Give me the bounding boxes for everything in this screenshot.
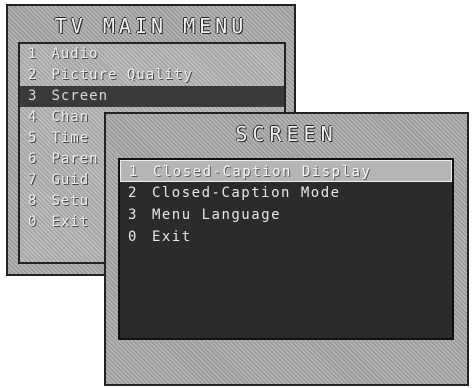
menu-item-number: 5 [28,130,38,146]
menu-item-label: Picture Quality [51,67,193,83]
main-menu-item-screen[interactable]: 3 Screen [20,86,284,107]
menu-item-label: Guid [51,172,90,188]
menu-item-number: 0 [28,214,38,230]
menu-item-number: 2 [28,67,38,83]
screen-menu-item-closed-caption-mode[interactable]: 2 Closed-Caption Mode [120,182,452,204]
menu-item-number: 2 [128,185,138,201]
menu-item-label: Time [51,130,90,146]
main-menu-title: TV MAIN MENU [54,14,248,38]
menu-item-number: 3 [128,207,138,223]
menu-item-label: Screen [51,88,109,104]
screen-menu-title: SCREEN [235,122,338,146]
menu-item-number: 0 [128,229,138,245]
menu-item-label: Exit [51,214,90,230]
menu-item-label: Paren [51,151,99,167]
menu-item-label: Chan [51,109,90,125]
menu-item-label: Audio [51,46,99,62]
menu-item-label: Closed-Caption Display [152,164,372,180]
screen-submenu-panel: SCREEN 1 Closed-Caption Display 2 Closed… [104,112,469,386]
screen-menu-item-closed-caption-display[interactable]: 1 Closed-Caption Display [120,160,452,182]
menu-item-number: 4 [28,109,38,125]
main-menu-item-picture-quality[interactable]: 2 Picture Quality [20,65,284,86]
screen-menu-item-exit[interactable]: 0 Exit [120,226,452,248]
menu-item-number: 1 [28,46,38,62]
main-menu-item-audio[interactable]: 1 Audio [20,44,284,65]
menu-item-number: 6 [28,151,38,167]
screen-menu-list: 1 Closed-Caption Display 2 Closed-Captio… [118,158,454,340]
menu-item-number: 1 [129,164,139,180]
menu-item-number: 8 [28,193,38,209]
menu-item-label: Setu [51,193,90,209]
menu-item-label: Exit [151,229,192,245]
menu-item-label: Menu Language [151,207,282,223]
menu-item-number: 3 [28,88,38,104]
screen-menu-item-menu-language[interactable]: 3 Menu Language [120,204,452,226]
menu-item-number: 7 [28,172,38,188]
menu-item-label: Closed-Caption Mode [151,185,341,201]
